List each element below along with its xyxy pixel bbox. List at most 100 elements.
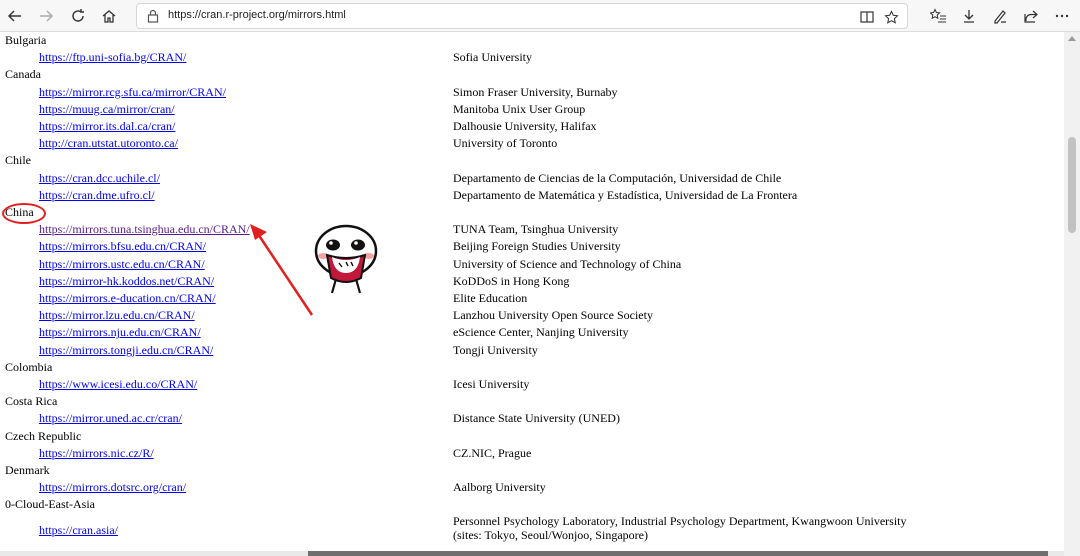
mirror-host: Tongji University (453, 342, 538, 357)
mirror-link[interactable]: https://mirror.lzu.edu.cn/CRAN/ (39, 307, 195, 324)
mirror-row: https://mirror.uned.ac.cr/cran/Distance … (0, 410, 1064, 427)
back-icon[interactable] (3, 4, 27, 28)
mirror-link[interactable]: https://cran.dme.ufro.cl/ (39, 187, 155, 204)
mirror-row: https://mirrors.nju.edu.cn/CRAN/eScience… (0, 324, 1064, 341)
country-name: Costa Rica (5, 394, 58, 409)
country-name: 0-Cloud-East-Asia (5, 497, 95, 512)
red-arrow-icon (250, 224, 314, 316)
vertical-scrollbar[interactable] (1064, 32, 1080, 556)
lock-icon[interactable] (145, 8, 161, 24)
country-name: Bulgaria (5, 33, 47, 47)
more-icon[interactable] (1050, 4, 1074, 28)
mirror-host: University of Science and Technology of … (453, 256, 682, 271)
country-row: Canada (0, 66, 1064, 83)
mirror-link[interactable]: http://cran.utstat.utoronto.ca/ (39, 135, 178, 152)
favorites-list-icon[interactable] (926, 4, 950, 28)
mirror-host: eScience Center, Nanjing University (453, 325, 629, 340)
country-name: Colombia (5, 359, 53, 374)
country-name: Czech Republic (5, 428, 82, 443)
mirror-link[interactable]: https://mirrors.e-ducation.cn/CRAN/ (39, 290, 216, 307)
mirror-link[interactable]: https://mirrors.nic.cz/R/ (39, 445, 154, 462)
country-row: Colombia (0, 359, 1064, 376)
mirror-link[interactable]: https://mirrors.nju.edu.cn/CRAN/ (39, 324, 201, 341)
forward-icon[interactable] (34, 4, 58, 28)
mirror-row: https://ftp.uni-sofia.bg/CRAN/Sofia Univ… (0, 49, 1064, 66)
mirror-host: Simon Fraser University, Burnaby (453, 84, 618, 99)
mirror-row: https://cran.dme.ufro.cl/Departamento de… (0, 187, 1064, 204)
scroll-up-icon[interactable] (1068, 36, 1076, 41)
country-row: Chile (0, 152, 1064, 169)
country-row: Costa Rica (0, 393, 1064, 410)
mirror-host: Dalhousie University, Halifax (453, 119, 597, 133)
mirror-row: https://www.icesi.edu.co/CRAN/Icesi Univ… (0, 376, 1064, 393)
mirror-host: Departamento de Matemática y Estadística… (453, 187, 798, 202)
country-name: Chile (5, 153, 31, 168)
mirror-row: https://mirrors.ustc.edu.cn/CRAN/Univers… (0, 256, 1064, 273)
mirror-link[interactable]: https://ftp.uni-sofia.bg/CRAN/ (39, 49, 186, 66)
mirror-host: Lanzhou University Open Source Society (453, 308, 653, 323)
country-row: Czech Republic (0, 428, 1064, 445)
mirror-link[interactable]: https://mirrors.dotsrc.org/cran/ (39, 479, 186, 496)
country-row: Denmark (0, 462, 1064, 479)
mirror-host: Elite Education (453, 291, 528, 305)
mirror-link[interactable]: https://www.icesi.edu.co/CRAN/ (39, 376, 197, 393)
mirror-host: Departamento de Ciencias de la Computaci… (453, 170, 782, 185)
mirror-row: https://mirrors.dotsrc.org/cran/Aalborg … (0, 479, 1064, 496)
mirror-host: KoDDoS in Hong Kong (453, 273, 570, 288)
mirror-host: Aalborg University (453, 480, 546, 495)
mirror-host: Manitoba Unix User Group (453, 101, 586, 116)
mirror-link[interactable]: https://mirrors.bfsu.edu.cn/CRAN/ (39, 238, 206, 255)
mirror-list-page: Bulgaria https://ftp.uni-sofia.bg/CRAN/So… (0, 32, 1064, 556)
mirror-row: https://mirrors.tongji.edu.cn/CRAN/Tongj… (0, 342, 1064, 359)
mirror-row: https://cran.asia/Personnel Psychology L… (0, 514, 1064, 542)
mirror-row: https://mirrors.nic.cz/R/CZ.NIC, Prague (0, 445, 1064, 462)
mirror-host: Personnel Psychology Laboratory, Industr… (453, 514, 1053, 542)
mirror-link[interactable]: https://cran.dcc.uchile.cl/ (39, 170, 160, 187)
pen-icon[interactable] (988, 4, 1012, 28)
address-url[interactable]: https://cran.r-project.org/mirrors.html (168, 9, 346, 21)
country-row: China (0, 204, 1064, 221)
horizontal-scrollbar-thumb[interactable] (308, 551, 1048, 556)
mirror-host: Distance State University (UNED) (453, 411, 620, 426)
mirror-row: https://mirrors.bfsu.edu.cn/CRAN/Beijing… (0, 238, 1064, 255)
mirror-link[interactable]: https://mirror-hk.koddos.net/CRAN/ (39, 273, 214, 290)
mirror-row: https://mirror-hk.koddos.net/CRAN/KoDDoS… (0, 273, 1064, 290)
mirror-link[interactable]: https://mirror.rcg.sfu.ca/mirror/CRAN/ (39, 84, 226, 101)
favorite-star-icon[interactable] (882, 8, 900, 26)
mirror-link[interactable]: https://mirror.its.dal.ca/cran/ (39, 118, 175, 135)
mirror-row: https://mirror.its.dal.ca/cran/Dalhousie… (0, 118, 1064, 135)
mirror-host: University of Toronto (453, 136, 558, 151)
share-icon[interactable] (1019, 4, 1043, 28)
mirror-row: https://mirrors.tuna.tsinghua.edu.cn/CRA… (0, 221, 1064, 238)
mirror-row: https://mirrors.e-ducation.cn/CRAN/Elite… (0, 290, 1064, 307)
address-bar[interactable]: https://cran.r-project.org/mirrors.html (136, 3, 908, 29)
mirror-link[interactable]: https://mirror.uned.ac.cr/cran/ (39, 410, 182, 427)
mirror-row: https://mirror.rcg.sfu.ca/mirror/CRAN/Si… (0, 84, 1064, 101)
country-name: Canada (5, 67, 41, 82)
download-icon[interactable] (957, 4, 981, 28)
mirror-link[interactable]: https://cran.asia/ (39, 522, 118, 539)
country-row: 0-Cloud-East-Asia (0, 496, 1064, 513)
mirror-host: Beijing Foreign Studies University (453, 239, 621, 254)
mirror-row: http://cran.utstat.utoronto.ca/Universit… (0, 135, 1064, 152)
mirror-host: Sofia University (453, 50, 532, 65)
mirror-link[interactable]: https://mirrors.tuna.tsinghua.edu.cn/CRA… (39, 221, 250, 238)
scrollbar-thumb[interactable] (1068, 137, 1076, 233)
mirror-host: Icesi University (453, 377, 530, 391)
mirror-row: https://muug.ca/mirror/cran/Manitoba Uni… (0, 101, 1064, 118)
china-highlight-circle (2, 203, 46, 224)
refresh-icon[interactable] (66, 4, 90, 28)
mirror-host: TUNA Team, Tsinghua University (453, 222, 619, 237)
browser-toolbar: https://cran.r-project.org/mirrors.html (0, 0, 1080, 32)
country-row: Bulgaria (0, 32, 1064, 49)
home-icon[interactable] (97, 4, 121, 28)
mirror-link[interactable]: https://mirrors.ustc.edu.cn/CRAN/ (39, 256, 205, 273)
horizontal-scrollbar[interactable] (0, 551, 1064, 556)
mirror-host-line1: Personnel Psychology Laboratory, Industr… (453, 513, 907, 528)
reader-view-icon[interactable] (858, 8, 876, 26)
mirror-host-line2: (sites: Tokyo, Seoul/Wonjoo, Singapore) (453, 527, 648, 542)
mirror-host: CZ.NIC, Prague (453, 445, 532, 460)
laughing-face-sticker-icon (314, 224, 378, 294)
mirror-link[interactable]: https://mirrors.tongji.edu.cn/CRAN/ (39, 342, 213, 359)
mirror-link[interactable]: https://muug.ca/mirror/cran/ (39, 101, 175, 118)
